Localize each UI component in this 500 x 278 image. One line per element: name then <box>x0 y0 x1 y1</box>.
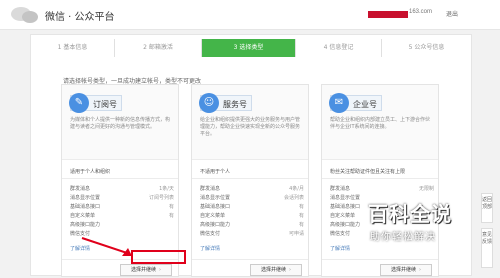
learn-more-link[interactable]: 了解详情 <box>200 245 220 252</box>
feature-value: 1条/天 <box>159 186 174 192</box>
feature-name: 微信支付 <box>200 231 221 237</box>
step-email-activation: 2 邮箱激活 <box>115 39 202 57</box>
feature-name: 高级接口能力 <box>330 222 361 228</box>
service-icon: ☺ <box>199 93 219 113</box>
feature-row: 自定义菜单 有 <box>200 212 304 220</box>
watermark-title: 百科全说 <box>368 202 452 226</box>
enterprise-icon: ✉ <box>329 93 349 113</box>
chevron-right-icon: › <box>289 267 291 273</box>
card-title: 订阅号 <box>93 100 117 109</box>
feature-value: 有 <box>298 222 304 228</box>
step-account-info: 5 公众号信息 <box>408 44 445 51</box>
card-badge: ✎ 订阅号 <box>69 93 122 113</box>
step-select-type: 3 选择类型 <box>202 39 296 57</box>
back-to-top-button[interactable]: 返回顶部 <box>481 193 493 223</box>
divider <box>192 178 308 179</box>
feature-name: 自定义菜单 <box>200 213 226 219</box>
card-footer: 选择并继续 › <box>192 259 308 278</box>
feature-row: 高级接口能力 <box>70 221 174 229</box>
card-fit: 适用于个人和组织 <box>70 169 111 175</box>
card-badge: ✉ 企业号 <box>329 93 382 113</box>
step-info-register: 4 信息登记 <box>296 39 382 57</box>
watermark: 百科全说 助你轻松解决 <box>368 198 488 250</box>
card-fit: 粉丝关注帮助证件但且关注有上限 <box>330 169 406 175</box>
feature-name: 微信支付 <box>330 231 351 237</box>
feature-row: 群发消息 无限制 <box>330 185 434 193</box>
feature-value: 4条/月 <box>289 186 304 192</box>
brand-title: 微信 · 公众平台 <box>45 12 115 23</box>
feature-name: 群发消息 <box>330 186 351 192</box>
feature-row: 自定义菜单 有 <box>70 212 174 220</box>
feature-name: 群发消息 <box>200 186 221 192</box>
watermark-subtitle: 助你轻松解决 <box>370 232 436 243</box>
feature-value: 可申请 <box>288 231 304 237</box>
feature-row: 消息显示位置 会话列表 <box>200 194 304 202</box>
button-label: 选择并继续 <box>130 267 156 273</box>
learn-more-link[interactable]: 了解详情 <box>330 245 350 252</box>
card-title: 企业号 <box>353 100 377 109</box>
feature-name: 高级接口能力 <box>200 222 231 228</box>
account-redacted <box>368 11 408 18</box>
feature-name: 自定义菜单 <box>330 213 356 219</box>
feature-value: 有 <box>298 213 304 219</box>
wechat-logo-icon <box>11 7 38 23</box>
feature-value: 有 <box>168 213 174 219</box>
card-fit: 不适用于个人 <box>200 169 231 175</box>
button-label: 选择并继续 <box>260 267 286 273</box>
feature-name: 基础消息接口 <box>200 204 231 210</box>
divider <box>322 178 438 179</box>
card-badge: ☺ 服务号 <box>199 93 252 113</box>
choose-continue-button[interactable]: 选择并继续 › <box>250 264 302 276</box>
choose-continue-button[interactable]: 选择并继续 › <box>120 264 172 276</box>
card-description: 为媒体和个人提供一种新的信息传播方式，构建与读者之间更好的沟通与管理模式。 <box>70 117 171 130</box>
button-label: 选择并继续 <box>390 267 416 273</box>
feature-name: 基础消息接口 <box>70 204 101 210</box>
feature-value: 有 <box>298 204 304 210</box>
feature-name: 自定义菜单 <box>70 213 96 219</box>
card-service: ☺ 服务号 给企业和组织提供更强大的业务服务与用户管理能力，帮助企业快速实现全新… <box>191 84 309 277</box>
choose-continue-button[interactable]: 选择并继续 › <box>380 264 432 276</box>
annotation-highlight-box <box>131 250 186 264</box>
feature-value: 会话列表 <box>283 195 304 201</box>
feature-row: 基础消息接口 有 <box>70 203 174 211</box>
card-title: 服务号 <box>223 100 247 109</box>
feature-value: 无限制 <box>418 186 434 192</box>
feature-name: 基础消息接口 <box>330 204 361 210</box>
feature-row: 高级接口能力 有 <box>200 221 304 229</box>
step-basic-info: 1 基本信息 <box>31 39 115 57</box>
feature-name: 消息显示位置 <box>200 195 231 201</box>
feature-row: 基础消息接口 有 <box>200 203 304 211</box>
feature-value: 订阅号列表 <box>148 195 174 201</box>
feature-name: 消息显示位置 <box>70 195 101 201</box>
divider <box>62 178 178 179</box>
subscription-icon: ✎ <box>69 93 89 113</box>
logout-link[interactable]: 退出 <box>446 9 458 18</box>
feature-row: 微信支付 可申请 <box>200 230 304 238</box>
card-footer: 选择并继续 › <box>322 259 438 278</box>
top-bar: 微信 · 公众平台 163.com 退出 <box>0 0 500 30</box>
chevron-right-icon: › <box>159 267 161 273</box>
chevron-right-icon: › <box>419 267 421 273</box>
card-description: 给企业和组织提供更强大的业务服务与用户管理能力，帮助企业快速实现全新的公众号服务… <box>200 117 301 137</box>
feature-row: 消息显示位置 订阅号列表 <box>70 194 174 202</box>
feature-value: 有 <box>168 204 174 210</box>
card-description: 帮助企业和组织内部建立员工、上下游合作伙伴与企业IT系统间的连接。 <box>330 117 431 130</box>
feature-row: 群发消息 4条/月 <box>200 185 304 193</box>
card-header: ☺ 服务号 给企业和组织提供更强大的业务服务与用户管理能力，帮助企业快速实现全新… <box>192 85 308 160</box>
feature-row: 群发消息 1条/天 <box>70 185 174 193</box>
feedback-button[interactable]: 意见反馈 <box>481 228 493 268</box>
account-email: 163.com <box>409 9 433 15</box>
card-header: ✎ 订阅号 为媒体和个人提供一种新的信息传播方式，构建与读者之间更好的沟通与管理… <box>62 85 178 160</box>
feature-name: 群发消息 <box>70 186 91 192</box>
feature-name: 消息显示位置 <box>330 195 361 201</box>
card-header: ✉ 企业号 帮助企业和组织内部建立员工、上下游合作伙伴与企业IT系统间的连接。 <box>322 85 438 160</box>
step-progress: 1 基本信息 2 邮箱激活 3 选择类型 4 信息登记 5 公众号信息 <box>31 39 471 57</box>
feature-name: 高级接口能力 <box>70 222 101 228</box>
